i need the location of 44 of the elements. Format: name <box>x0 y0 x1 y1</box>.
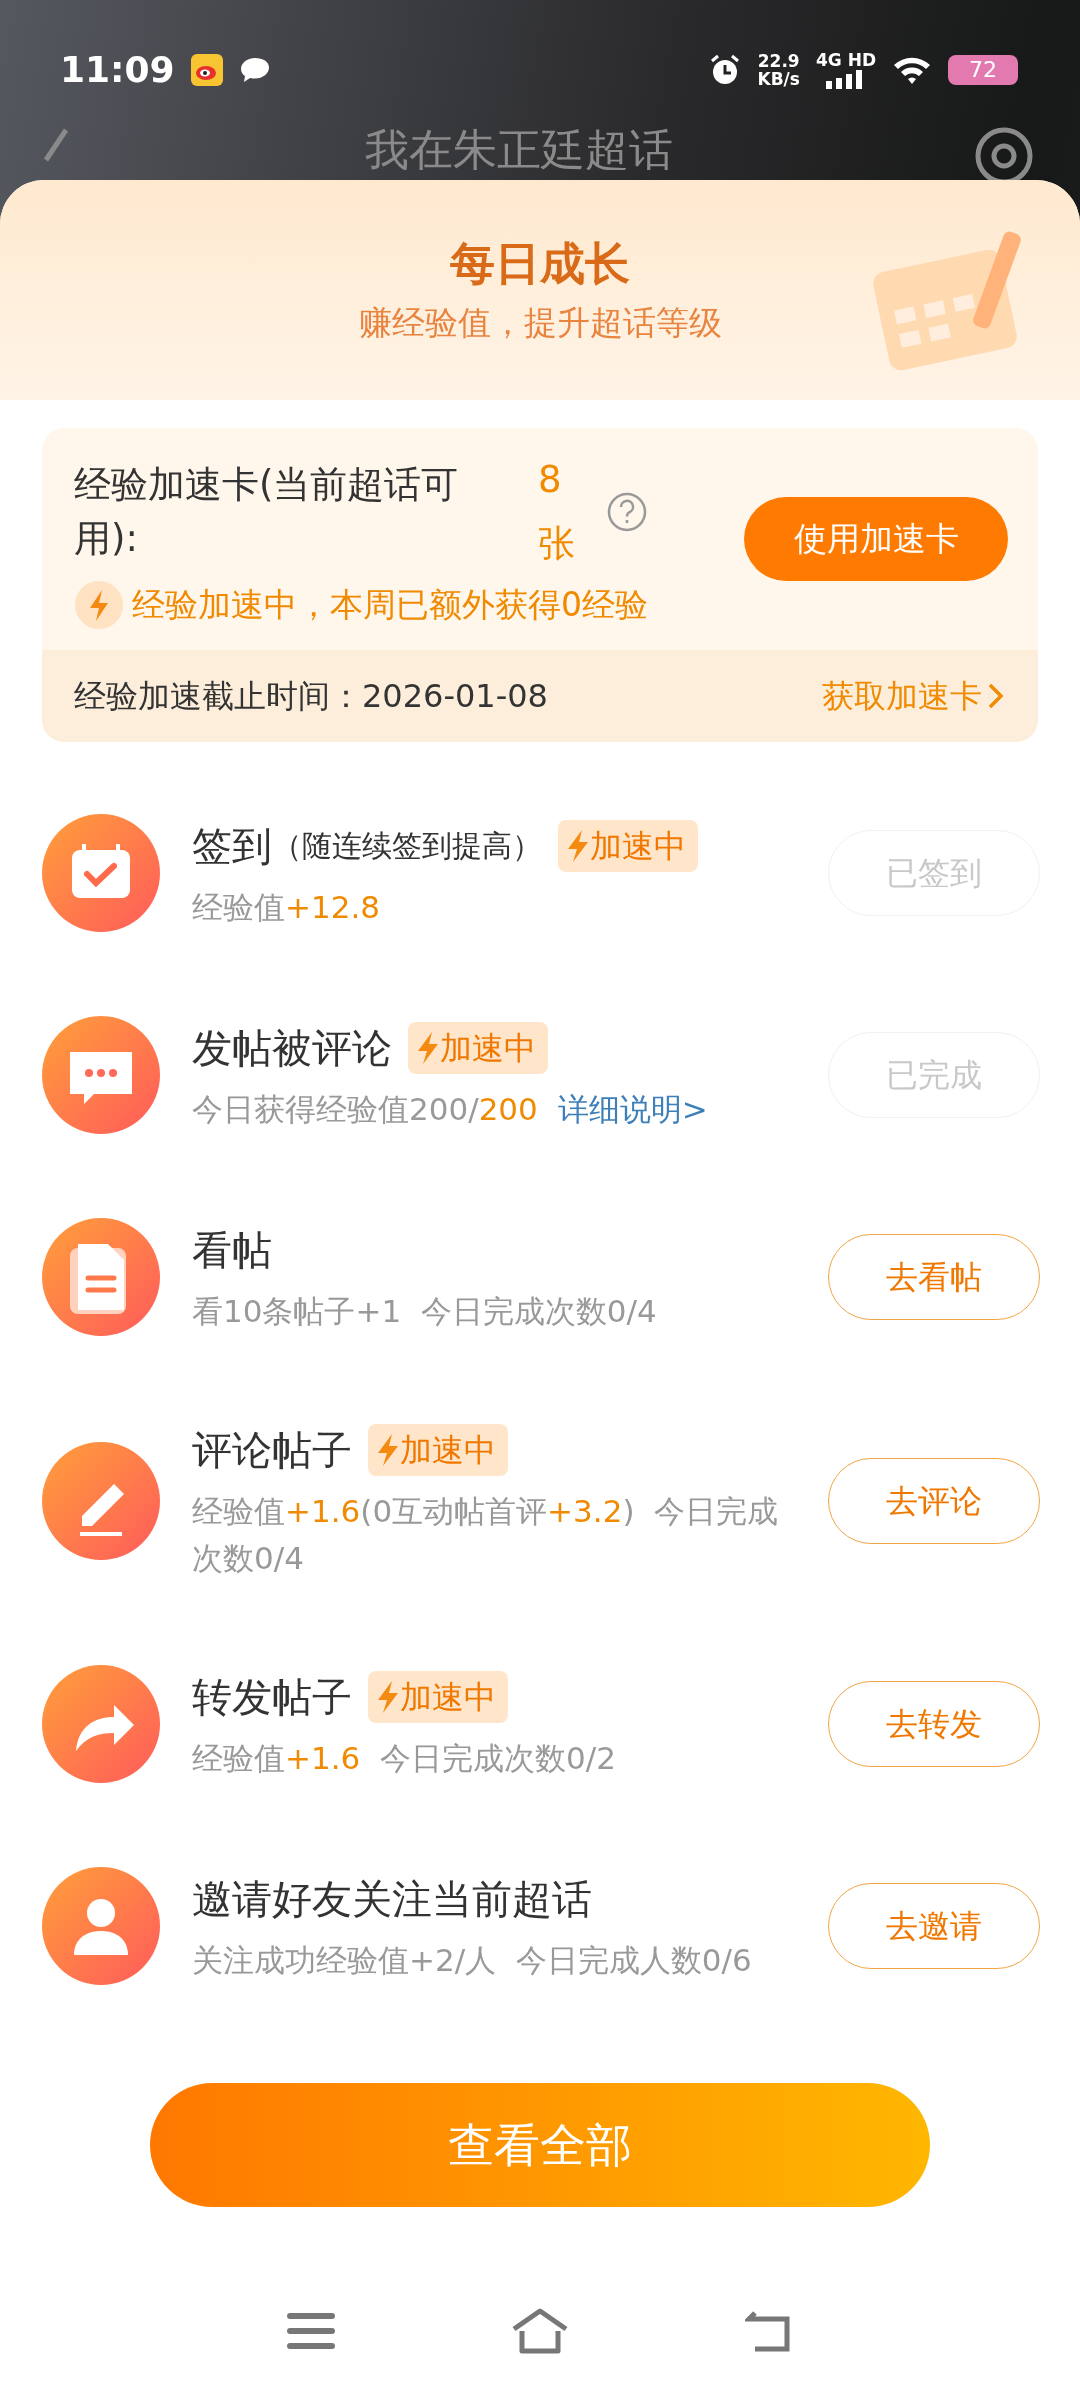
boost-card-count: 8张 <box>538 457 576 567</box>
alarm-icon <box>709 54 742 86</box>
sheet-title: 每日成长 <box>450 236 630 292</box>
task-button[interactable]: 去看帖 <box>828 1234 1040 1320</box>
boost-status: 经验加速中，本周已额外获得0经验 <box>132 584 648 627</box>
battery-level: 72 <box>948 55 1018 85</box>
app-notification-icon <box>190 54 223 86</box>
chevron-icon <box>986 681 1006 711</box>
task-button[interactable]: 去评论 <box>828 1457 1040 1544</box>
task-detail: 今日获得经验值200/200 <box>192 1090 538 1127</box>
view-all-button[interactable]: 查看全部 <box>150 2083 930 2207</box>
boost-deadline: 经验加速截止时间：2026-01-08 <box>74 676 548 717</box>
task-title: 评论帖子 <box>192 1426 352 1475</box>
help-icon[interactable] <box>606 491 648 533</box>
task-detail: 看10条帖子+1 今日完成次数0/4 <box>192 1292 657 1329</box>
lightning-icon <box>74 580 124 630</box>
task-button[interactable]: 去邀请 <box>828 1883 1040 1969</box>
task-detail: 关注成功经验值+2/人 今日完成人数0/6 <box>192 1941 752 1978</box>
task-title: 转发帖子 <box>192 1672 352 1722</box>
task-title: 发帖被评论 <box>192 1023 392 1073</box>
clock-time: 11:09 <box>60 48 175 92</box>
task-title: 签到 <box>192 821 272 871</box>
home-icon[interactable] <box>510 2307 570 2355</box>
task-title: 看帖 <box>192 1225 272 1275</box>
boost-badge: 加速中 <box>408 1021 548 1074</box>
task-detail: 经验值+1.6(0互动帖首评+3.2) 今日完成次数0/4 <box>192 1493 779 1576</box>
task-note: （随连续签到提高） <box>272 827 542 866</box>
network-type: 4G HD <box>815 51 876 69</box>
boost-badge: 加速中 <box>368 1424 508 1476</box>
task-title: 邀请好友关注当前超话 <box>192 1874 592 1924</box>
message-icon <box>238 56 271 84</box>
sheet-subtitle: 赚经验值，提升超话等级 <box>358 302 722 342</box>
back-nav-icon[interactable] <box>744 2309 793 2353</box>
details-link[interactable]: 详细说明> <box>557 1090 708 1127</box>
network-speed: 22.9 KB/s <box>757 52 800 88</box>
boost-badge: 加速中 <box>558 819 698 872</box>
boost-card-label: 经验加速卡(当前超话可用): <box>74 462 460 562</box>
get-card-link[interactable]: 获取加速卡 <box>822 672 1006 720</box>
task-detail: 经验值+12.8 <box>192 888 380 925</box>
use-card-button[interactable]: 使用加速卡 <box>744 497 1008 581</box>
boost-badge: 加速中 <box>368 1670 508 1723</box>
task-detail: 经验值+1.6 今日完成次数0/2 <box>192 1739 616 1776</box>
menu-icon[interactable] <box>287 2311 336 2351</box>
task-button[interactable]: 去转发 <box>828 1681 1040 1767</box>
